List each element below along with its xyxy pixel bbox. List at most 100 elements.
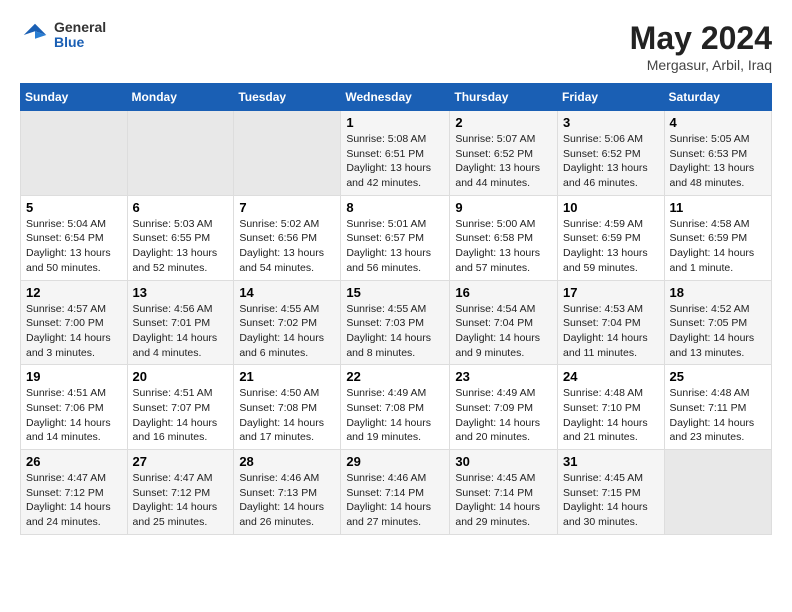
calendar-cell-1-0: 5 Sunrise: 5:04 AMSunset: 6:54 PMDaylight… xyxy=(21,195,128,280)
calendar-cell-4-5: 31 Sunrise: 4:45 AMSunset: 7:15 PMDayligh… xyxy=(558,450,665,535)
calendar-cell-2-3: 15 Sunrise: 4:55 AMSunset: 7:03 PMDayligh… xyxy=(341,280,450,365)
logo-text: General Blue xyxy=(54,20,106,51)
calendar-row-4: 19 Sunrise: 4:51 AMSunset: 7:06 PMDayligh… xyxy=(21,365,772,450)
day-number: 23 xyxy=(455,369,552,384)
day-number: 9 xyxy=(455,200,552,215)
calendar-cell-3-3: 22Sunrise: 4:49 AMSunset: 7:08 PMDayligh… xyxy=(341,365,450,450)
day-info: Sunrise: 4:51 AMSunset: 7:06 PMDaylight:… xyxy=(26,386,122,445)
day-number: 10 xyxy=(563,200,659,215)
page-header: General Blue May 2024 Mergasur, Arbil, I… xyxy=(20,20,772,73)
calendar-cell-0-3: 1 Sunrise: 5:08 AMSunset: 6:51 PMDaylight… xyxy=(341,111,450,196)
col-thursday: Thursday xyxy=(450,84,558,111)
day-info: Sunrise: 4:52 AMSunset: 7:05 PMDaylight:… xyxy=(670,302,766,361)
day-info: Sunrise: 4:59 AMSunset: 6:59 PMDaylight:… xyxy=(563,217,659,276)
col-saturday: Saturday xyxy=(664,84,771,111)
calendar-cell-2-4: 16 Sunrise: 4:54 AMSunset: 7:04 PMDayligh… xyxy=(450,280,558,365)
calendar-cell-1-1: 6 Sunrise: 5:03 AMSunset: 6:55 PMDaylight… xyxy=(127,195,234,280)
day-info: Sunrise: 4:53 AMSunset: 7:04 PMDaylight:… xyxy=(563,302,659,361)
day-number: 30 xyxy=(455,454,552,469)
calendar-cell-1-3: 8 Sunrise: 5:01 AMSunset: 6:57 PMDaylight… xyxy=(341,195,450,280)
day-info: Sunrise: 4:50 AMSunset: 7:08 PMDaylight:… xyxy=(239,386,335,445)
day-info: Sunrise: 4:55 AMSunset: 7:02 PMDaylight:… xyxy=(239,302,335,361)
day-info: Sunrise: 4:46 AMSunset: 7:14 PMDaylight:… xyxy=(346,471,444,530)
calendar-cell-4-2: 28 Sunrise: 4:46 AMSunset: 7:13 PMDayligh… xyxy=(234,450,341,535)
calendar-row-2: 5 Sunrise: 5:04 AMSunset: 6:54 PMDaylight… xyxy=(21,195,772,280)
calendar-cell-0-2 xyxy=(234,111,341,196)
day-info: Sunrise: 4:48 AMSunset: 7:11 PMDaylight:… xyxy=(670,386,766,445)
calendar-cell-2-5: 17 Sunrise: 4:53 AMSunset: 7:04 PMDayligh… xyxy=(558,280,665,365)
calendar-cell-2-0: 12Sunrise: 4:57 AMSunset: 7:00 PMDayligh… xyxy=(21,280,128,365)
day-number: 24 xyxy=(563,369,659,384)
day-number: 8 xyxy=(346,200,444,215)
logo-blue-text: Blue xyxy=(54,35,106,50)
day-number: 5 xyxy=(26,200,122,215)
day-number: 7 xyxy=(239,200,335,215)
calendar-cell-1-4: 9 Sunrise: 5:00 AMSunset: 6:58 PMDaylight… xyxy=(450,195,558,280)
day-number: 6 xyxy=(133,200,229,215)
day-info: Sunrise: 4:49 AMSunset: 7:08 PMDaylight:… xyxy=(346,386,444,445)
day-info: Sunrise: 4:54 AMSunset: 7:04 PMDaylight:… xyxy=(455,302,552,361)
col-sunday: Sunday xyxy=(21,84,128,111)
calendar-table: Sunday Monday Tuesday Wednesday Thursday… xyxy=(20,83,772,535)
day-number: 4 xyxy=(670,115,766,130)
day-info: Sunrise: 5:03 AMSunset: 6:55 PMDaylight:… xyxy=(133,217,229,276)
day-info: Sunrise: 4:48 AMSunset: 7:10 PMDaylight:… xyxy=(563,386,659,445)
day-number: 14 xyxy=(239,285,335,300)
calendar-cell-0-1 xyxy=(127,111,234,196)
day-number: 13 xyxy=(133,285,229,300)
day-info: Sunrise: 5:04 AMSunset: 6:54 PMDaylight:… xyxy=(26,217,122,276)
logo: General Blue xyxy=(20,20,106,51)
calendar-cell-4-6 xyxy=(664,450,771,535)
day-info: Sunrise: 4:45 AMSunset: 7:15 PMDaylight:… xyxy=(563,471,659,530)
calendar-cell-0-4: 2 Sunrise: 5:07 AMSunset: 6:52 PMDaylight… xyxy=(450,111,558,196)
col-monday: Monday xyxy=(127,84,234,111)
day-number: 29 xyxy=(346,454,444,469)
day-number: 15 xyxy=(346,285,444,300)
logo-general: General xyxy=(54,20,106,35)
calendar-cell-2-2: 14 Sunrise: 4:55 AMSunset: 7:02 PMDayligh… xyxy=(234,280,341,365)
logo-icon xyxy=(20,20,50,50)
calendar-row-5: 26 Sunrise: 4:47 AMSunset: 7:12 PMDayligh… xyxy=(21,450,772,535)
day-number: 16 xyxy=(455,285,552,300)
day-number: 26 xyxy=(26,454,122,469)
day-number: 17 xyxy=(563,285,659,300)
day-info: Sunrise: 4:55 AMSunset: 7:03 PMDaylight:… xyxy=(346,302,444,361)
calendar-cell-3-5: 24 Sunrise: 4:48 AMSunset: 7:10 PMDayligh… xyxy=(558,365,665,450)
day-number: 31 xyxy=(563,454,659,469)
day-number: 19 xyxy=(26,369,122,384)
day-info: Sunrise: 5:00 AMSunset: 6:58 PMDaylight:… xyxy=(455,217,552,276)
day-info: Sunrise: 5:01 AMSunset: 6:57 PMDaylight:… xyxy=(346,217,444,276)
day-info: Sunrise: 4:47 AMSunset: 7:12 PMDaylight:… xyxy=(133,471,229,530)
day-number: 28 xyxy=(239,454,335,469)
calendar-cell-0-0 xyxy=(21,111,128,196)
day-info: Sunrise: 5:06 AMSunset: 6:52 PMDaylight:… xyxy=(563,132,659,191)
calendar-cell-1-5: 10 Sunrise: 4:59 AMSunset: 6:59 PMDayligh… xyxy=(558,195,665,280)
day-info: Sunrise: 4:47 AMSunset: 7:12 PMDaylight:… xyxy=(26,471,122,530)
calendar-cell-4-4: 30 Sunrise: 4:45 AMSunset: 7:14 PMDayligh… xyxy=(450,450,558,535)
day-info: Sunrise: 5:08 AMSunset: 6:51 PMDaylight:… xyxy=(346,132,444,191)
calendar-cell-1-6: 11 Sunrise: 4:58 AMSunset: 6:59 PMDayligh… xyxy=(664,195,771,280)
day-info: Sunrise: 4:57 AMSunset: 7:00 PMDaylight:… xyxy=(26,302,122,361)
calendar-cell-3-4: 23Sunrise: 4:49 AMSunset: 7:09 PMDayligh… xyxy=(450,365,558,450)
day-number: 11 xyxy=(670,200,766,215)
day-number: 27 xyxy=(133,454,229,469)
calendar-cell-3-1: 20 Sunrise: 4:51 AMSunset: 7:07 PMDayligh… xyxy=(127,365,234,450)
day-info: Sunrise: 4:45 AMSunset: 7:14 PMDaylight:… xyxy=(455,471,552,530)
col-friday: Friday xyxy=(558,84,665,111)
calendar-cell-4-1: 27 Sunrise: 4:47 AMSunset: 7:12 PMDayligh… xyxy=(127,450,234,535)
calendar-cell-2-6: 18Sunrise: 4:52 AMSunset: 7:05 PMDayligh… xyxy=(664,280,771,365)
day-info: Sunrise: 4:58 AMSunset: 6:59 PMDaylight:… xyxy=(670,217,766,276)
day-number: 2 xyxy=(455,115,552,130)
calendar-header-row: Sunday Monday Tuesday Wednesday Thursday… xyxy=(21,84,772,111)
calendar-cell-2-1: 13Sunrise: 4:56 AMSunset: 7:01 PMDayligh… xyxy=(127,280,234,365)
day-number: 3 xyxy=(563,115,659,130)
day-number: 1 xyxy=(346,115,444,130)
calendar-cell-3-0: 19 Sunrise: 4:51 AMSunset: 7:06 PMDayligh… xyxy=(21,365,128,450)
day-number: 20 xyxy=(133,369,229,384)
day-info: Sunrise: 5:07 AMSunset: 6:52 PMDaylight:… xyxy=(455,132,552,191)
day-info: Sunrise: 4:51 AMSunset: 7:07 PMDaylight:… xyxy=(133,386,229,445)
calendar-cell-1-2: 7Sunrise: 5:02 AMSunset: 6:56 PMDaylight… xyxy=(234,195,341,280)
day-number: 21 xyxy=(239,369,335,384)
calendar-cell-4-3: 29 Sunrise: 4:46 AMSunset: 7:14 PMDayligh… xyxy=(341,450,450,535)
day-info: Sunrise: 4:46 AMSunset: 7:13 PMDaylight:… xyxy=(239,471,335,530)
